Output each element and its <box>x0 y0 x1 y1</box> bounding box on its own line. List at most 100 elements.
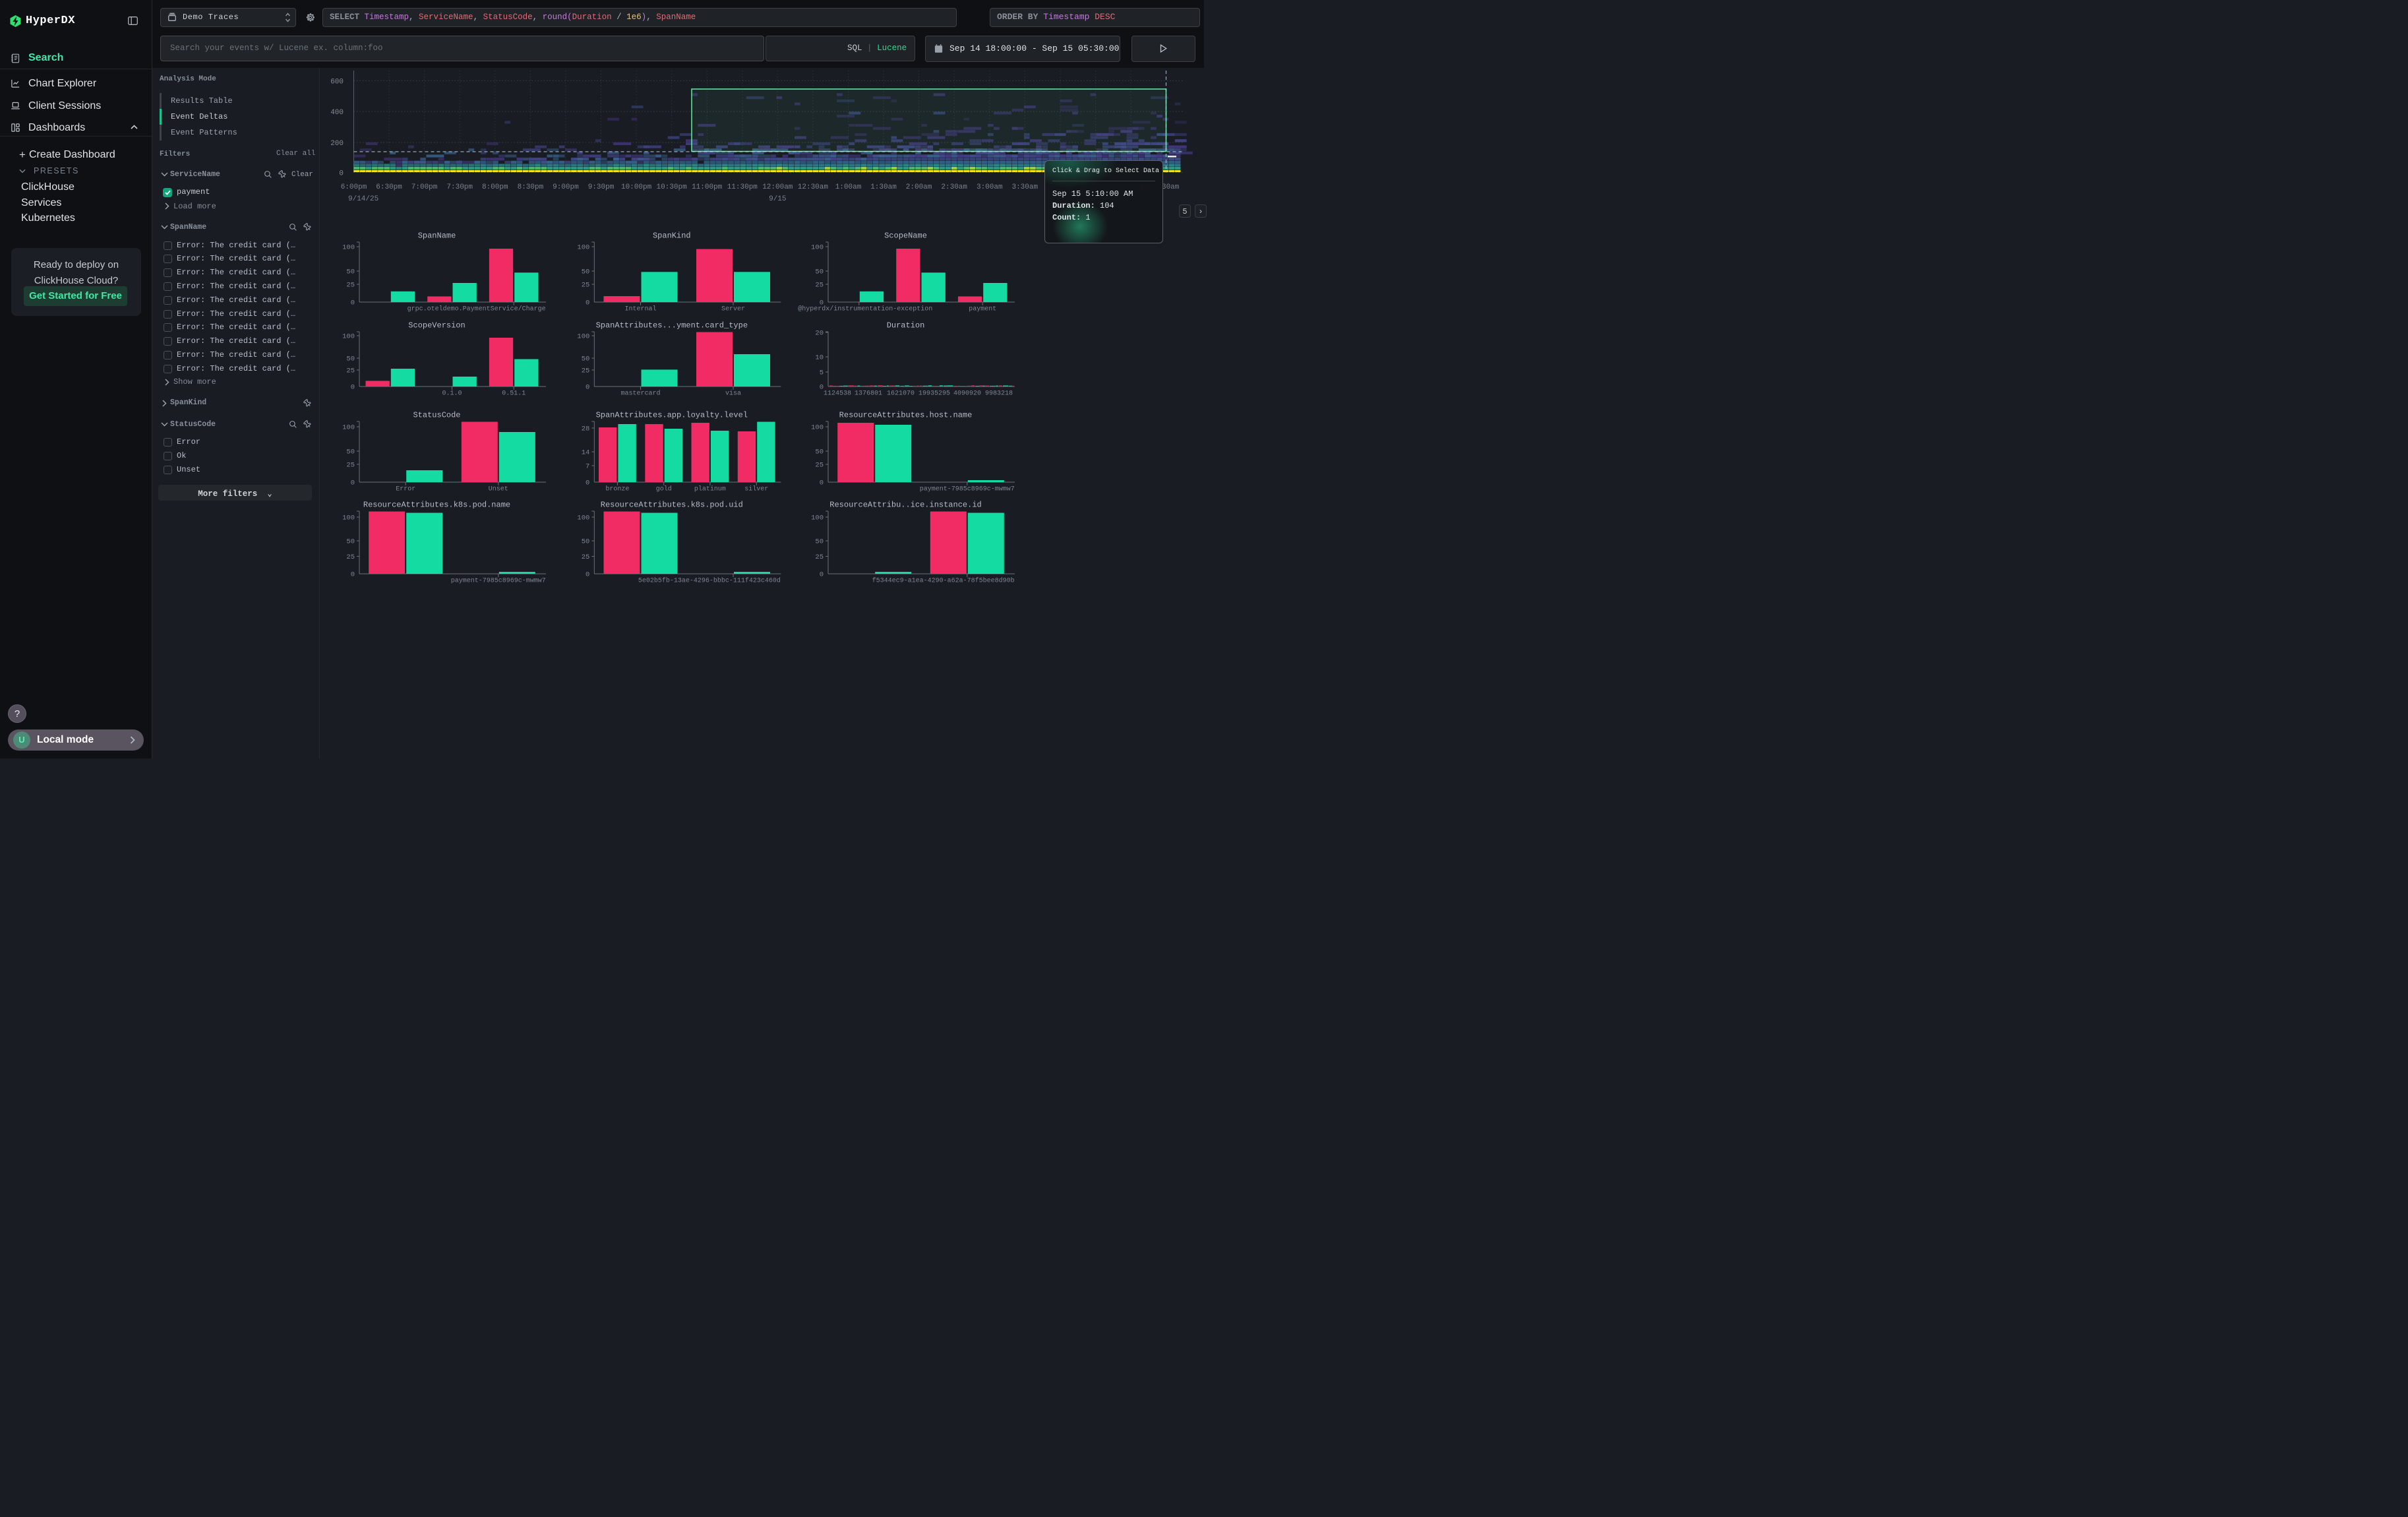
svg-text:5e02b5fb-13ae-4296-bbbc-111f42: 5e02b5fb-13ae-4296-bbbc-111f423c460d <box>638 577 781 585</box>
svg-text:ResourceAttributes.k8s.pod.uid: ResourceAttributes.k8s.pod.uid <box>601 501 743 510</box>
svg-text:payment-7985c8969c-mwmw7: payment-7985c8969c-mwmw7 <box>451 578 546 585</box>
svg-text:mastercard: mastercard <box>620 390 660 398</box>
svg-text:25: 25 <box>346 462 355 470</box>
svg-text:25: 25 <box>582 282 590 290</box>
svg-text:50: 50 <box>582 538 590 546</box>
svg-text:Duration: Duration <box>887 321 925 330</box>
svg-text:0.1.0: 0.1.0 <box>442 390 462 398</box>
svg-text:visa: visa <box>725 390 741 398</box>
svg-text:Unset: Unset <box>489 486 508 493</box>
svg-text:0: 0 <box>351 571 355 579</box>
svg-text:11:30pm: 11:30pm <box>727 183 758 191</box>
svg-text:50: 50 <box>815 268 824 276</box>
svg-text:ScopeVersion: ScopeVersion <box>408 321 465 330</box>
svg-text:50: 50 <box>582 268 590 276</box>
svg-text:25: 25 <box>815 462 824 470</box>
svg-text:7:30pm: 7:30pm <box>446 183 473 191</box>
svg-text:11:00pm: 11:00pm <box>692 183 723 191</box>
svg-text:StatusCode: StatusCode <box>413 411 460 420</box>
svg-text:10:00pm: 10:00pm <box>621 183 652 191</box>
svg-text:0: 0 <box>820 480 824 487</box>
svg-text:grpc.oteldemo.PaymentService/C: grpc.oteldemo.PaymentService/Charge <box>407 305 546 313</box>
svg-text:ResourceAttributes.host.name: ResourceAttributes.host.name <box>839 411 973 420</box>
svg-text:0: 0 <box>339 170 344 178</box>
svg-text:9/15: 9/15 <box>769 195 786 203</box>
svg-text:1621070: 1621070 <box>887 390 915 398</box>
svg-text:50: 50 <box>346 268 355 276</box>
svg-text:silver: silver <box>744 485 768 493</box>
svg-text:100: 100 <box>811 424 824 432</box>
svg-text:6:00pm: 6:00pm <box>341 183 367 191</box>
svg-text:14: 14 <box>582 449 590 457</box>
svg-text:0: 0 <box>586 299 589 307</box>
svg-text:5: 5 <box>820 369 824 377</box>
svg-text:2:30am: 2:30am <box>941 183 967 191</box>
svg-text:12:30am: 12:30am <box>798 183 829 191</box>
svg-text:4090920: 4090920 <box>953 390 981 398</box>
svg-text:0: 0 <box>820 571 824 579</box>
svg-text:100: 100 <box>342 333 355 341</box>
svg-text:10: 10 <box>815 354 824 362</box>
svg-text:25: 25 <box>815 553 824 561</box>
svg-text:0: 0 <box>586 480 589 487</box>
svg-text:28: 28 <box>582 425 590 433</box>
svg-text:25: 25 <box>815 282 824 290</box>
svg-text:50: 50 <box>346 538 355 546</box>
svg-text:25: 25 <box>582 367 590 375</box>
svg-text:7:00pm: 7:00pm <box>411 183 438 191</box>
svg-text:600: 600 <box>330 78 344 86</box>
svg-text:19935295: 19935295 <box>918 390 950 398</box>
svg-text:1124538: 1124538 <box>824 390 851 398</box>
svg-text:1376801: 1376801 <box>855 390 882 398</box>
svg-text:0: 0 <box>351 299 355 307</box>
svg-text:SpanKind: SpanKind <box>653 232 691 241</box>
svg-text:9:30pm: 9:30pm <box>588 183 615 191</box>
svg-text:1:00am: 1:00am <box>835 183 862 191</box>
svg-text:6:30pm: 6:30pm <box>376 183 402 191</box>
svg-text:ScopeName: ScopeName <box>884 232 927 241</box>
svg-text:f5344ec9-a1ea-4290-a62a-78f5be: f5344ec9-a1ea-4290-a62a-78f5bee8d90b <box>872 577 1015 585</box>
svg-text:100: 100 <box>342 244 355 252</box>
svg-text:8:30pm: 8:30pm <box>518 183 544 191</box>
svg-text:0.51.1: 0.51.1 <box>502 390 526 398</box>
svg-text:2:00am: 2:00am <box>906 183 932 191</box>
svg-text:SpanName: SpanName <box>418 232 456 241</box>
svg-text:25: 25 <box>346 367 355 375</box>
svg-text:10:30pm: 10:30pm <box>656 183 687 191</box>
svg-text:100: 100 <box>577 244 589 252</box>
svg-text:50: 50 <box>815 538 824 546</box>
svg-text:100: 100 <box>811 514 824 522</box>
svg-text:3:30am: 3:30am <box>1011 183 1038 191</box>
svg-text:SpanAttributes.app.loyalty.lev: SpanAttributes.app.loyalty.level <box>596 411 748 420</box>
svg-text:ResourceAttribu..ice.instance.: ResourceAttribu..ice.instance.id <box>829 501 981 510</box>
svg-text:100: 100 <box>577 514 589 522</box>
svg-text:ResourceAttributes.k8s.pod.nam: ResourceAttributes.k8s.pod.name <box>363 501 510 510</box>
svg-text:Internal: Internal <box>624 305 656 313</box>
svg-text:0: 0 <box>351 480 355 487</box>
svg-text:9:00pm: 9:00pm <box>553 183 579 191</box>
svg-text:200: 200 <box>330 140 344 148</box>
svg-text:25: 25 <box>346 282 355 290</box>
svg-text:bronze: bronze <box>605 485 629 493</box>
svg-text:payment: payment <box>969 306 996 313</box>
svg-text:1:30am: 1:30am <box>870 183 897 191</box>
svg-text:Error: Error <box>396 486 415 493</box>
svg-text:50: 50 <box>346 449 355 456</box>
svg-text:7: 7 <box>586 463 589 471</box>
svg-text:Server: Server <box>721 306 745 313</box>
svg-text:3:00am: 3:00am <box>977 183 1003 191</box>
svg-text:9983218: 9983218 <box>985 390 1013 398</box>
svg-text:25: 25 <box>582 553 590 561</box>
svg-text:50: 50 <box>815 449 824 456</box>
svg-text:@hyperdx/instrumentation-excep: @hyperdx/instrumentation-exception <box>798 305 932 313</box>
svg-text:100: 100 <box>577 333 589 341</box>
svg-text:payment-7985c8969c-mwmw7: payment-7985c8969c-mwmw7 <box>920 486 1015 493</box>
svg-text:100: 100 <box>811 244 824 252</box>
svg-text:0: 0 <box>351 384 355 392</box>
svg-text:0: 0 <box>586 571 589 579</box>
svg-text:SpanAttributes...yment.card_ty: SpanAttributes...yment.card_type <box>596 321 748 330</box>
svg-text:50: 50 <box>582 356 590 363</box>
svg-text:100: 100 <box>342 514 355 522</box>
svg-text:12:00am: 12:00am <box>762 183 793 191</box>
svg-text:8:00pm: 8:00pm <box>482 183 508 191</box>
